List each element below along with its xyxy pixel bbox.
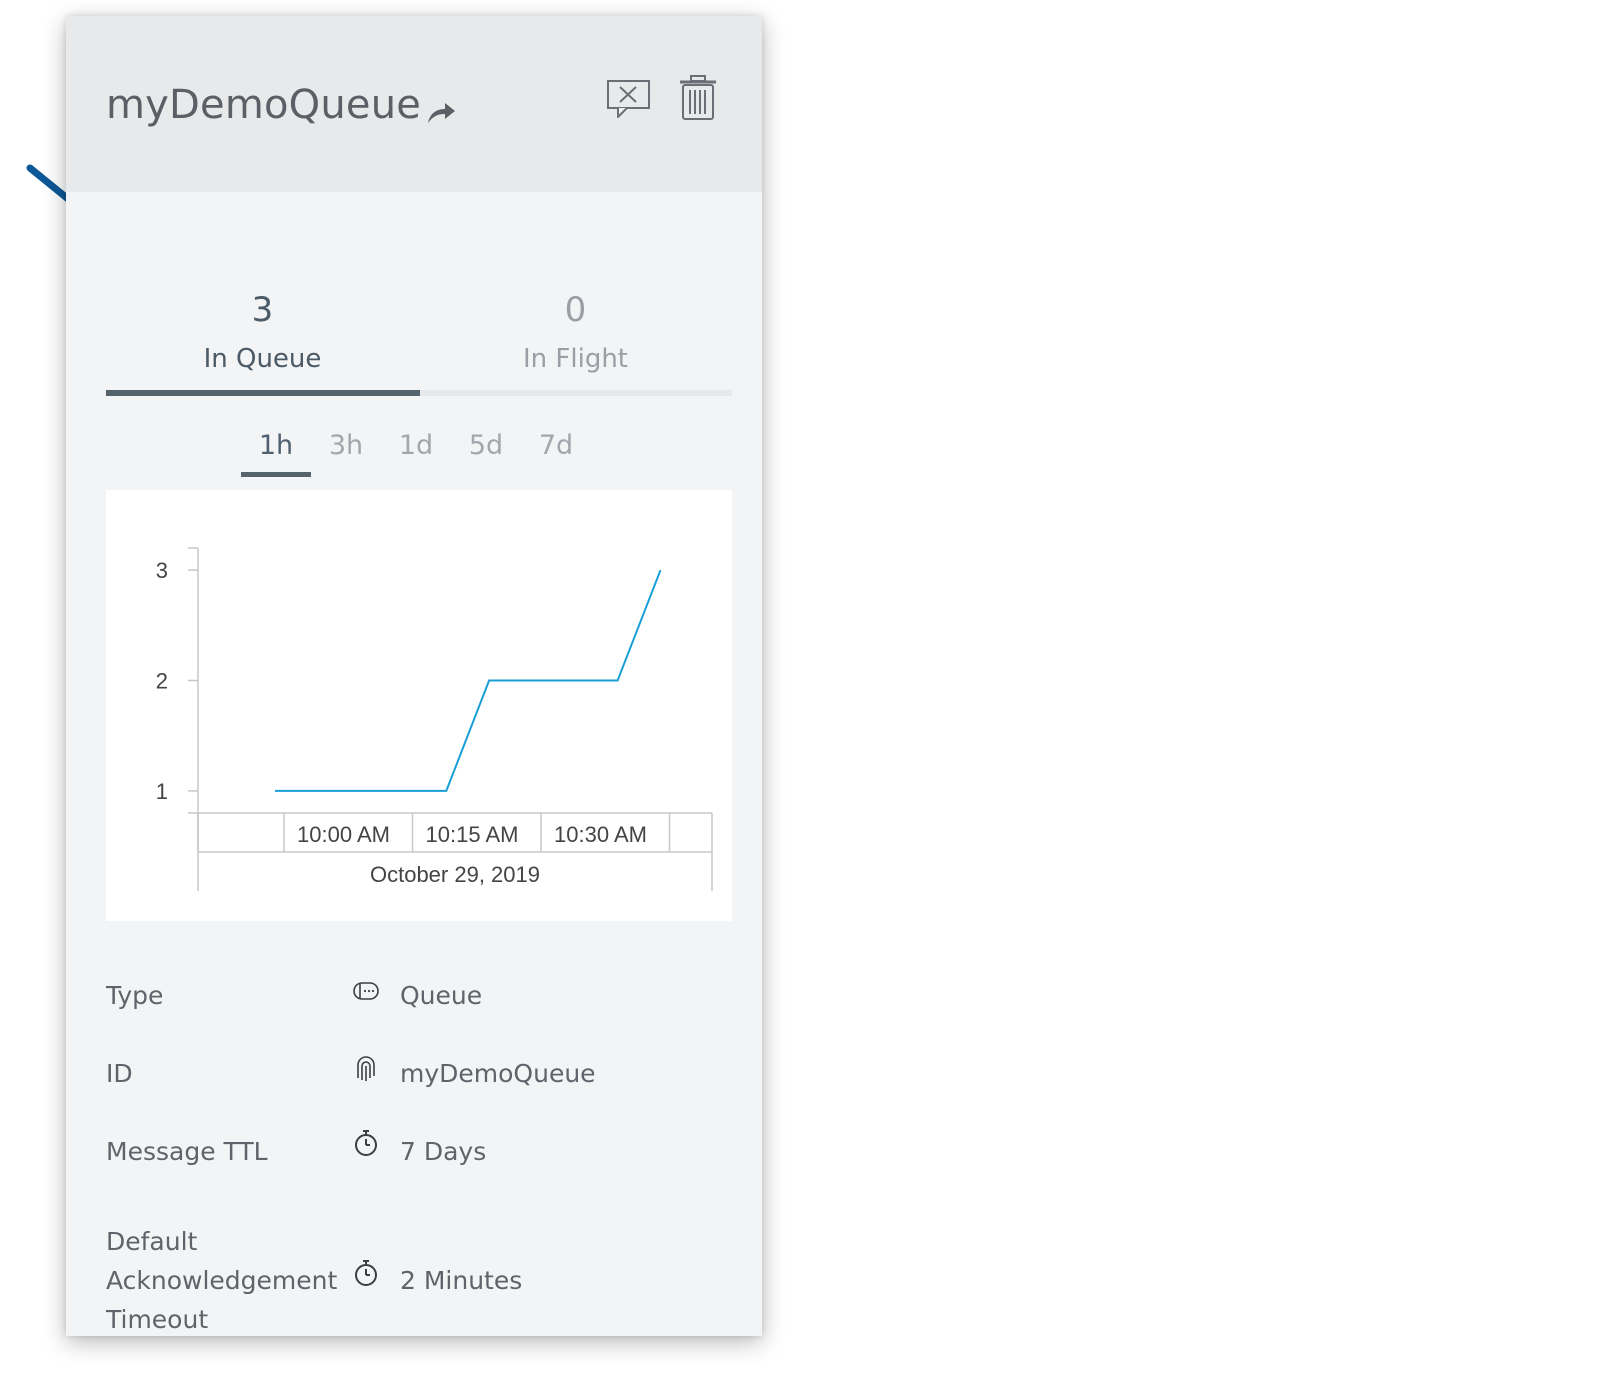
- property-value: Queue: [400, 981, 483, 1010]
- property-value: myDemoQueue: [400, 1059, 596, 1088]
- property-label: ID: [106, 1059, 133, 1088]
- purge-messages-icon[interactable]: [606, 78, 652, 120]
- property-label: Default Acknowledgement Timeout: [106, 1227, 338, 1334]
- x-tick-label: 10:15 AM: [426, 822, 519, 847]
- x-tick-label: 10:30 AM: [554, 822, 647, 847]
- queue-title: myDemoQueue: [106, 82, 457, 128]
- trash-icon[interactable]: [678, 74, 718, 122]
- y-tick-label: 3: [156, 558, 168, 583]
- range-7d[interactable]: 7d: [521, 424, 591, 474]
- message-counters: 3 In Queue 0 In Flight: [106, 286, 732, 398]
- y-tick-label: 2: [156, 669, 168, 694]
- fingerprint-icon: [352, 1054, 380, 1082]
- queue-detail-panel: myDemoQueue 3 In Queue 0 In Flight 1h 3h…: [66, 16, 762, 1336]
- time-range-selector: 1h 3h 1d 5d 7d: [241, 424, 591, 477]
- range-1h[interactable]: 1h: [241, 424, 311, 477]
- counter-tab-indicator: [106, 390, 420, 396]
- property-label: Type: [106, 981, 164, 1010]
- chart-canvas: 1 2 3 10:00 AM 10:15 AM 10:30 AM October 29,…: [156, 547, 713, 891]
- in-queue-count: 3: [251, 290, 274, 330]
- stopwatch-icon: [352, 1258, 380, 1286]
- range-3h[interactable]: 3h: [311, 424, 381, 474]
- share-arrow-icon[interactable]: [425, 91, 457, 123]
- property-label: Message TTL: [106, 1137, 268, 1166]
- stopwatch-icon: [352, 1128, 380, 1156]
- panel-header: myDemoQueue: [66, 16, 762, 192]
- range-1d[interactable]: 1d: [381, 424, 451, 474]
- queue-depth-chart: 1 2 3 10:00 AM 10:15 AM 10:30 AM October 29,…: [106, 490, 732, 921]
- property-value: 7 Days: [400, 1137, 487, 1166]
- x-axis-date-label: October 29, 2019: [370, 862, 540, 887]
- tab-in-queue[interactable]: 3 In Queue: [106, 286, 419, 394]
- range-5d[interactable]: 5d: [451, 424, 521, 474]
- tab-in-flight[interactable]: 0 In Flight: [419, 286, 732, 394]
- queue-type-icon: [352, 978, 380, 1006]
- x-tick-label: 10:00 AM: [297, 822, 390, 847]
- in-flight-label: In Flight: [523, 344, 628, 374]
- y-tick-label: 1: [156, 779, 168, 804]
- queue-name: myDemoQueue: [106, 82, 422, 128]
- property-value: 2 Minutes: [400, 1266, 523, 1295]
- in-queue-label: In Queue: [203, 344, 322, 374]
- in-flight-count: 0: [564, 290, 587, 330]
- series-line: [275, 569, 662, 792]
